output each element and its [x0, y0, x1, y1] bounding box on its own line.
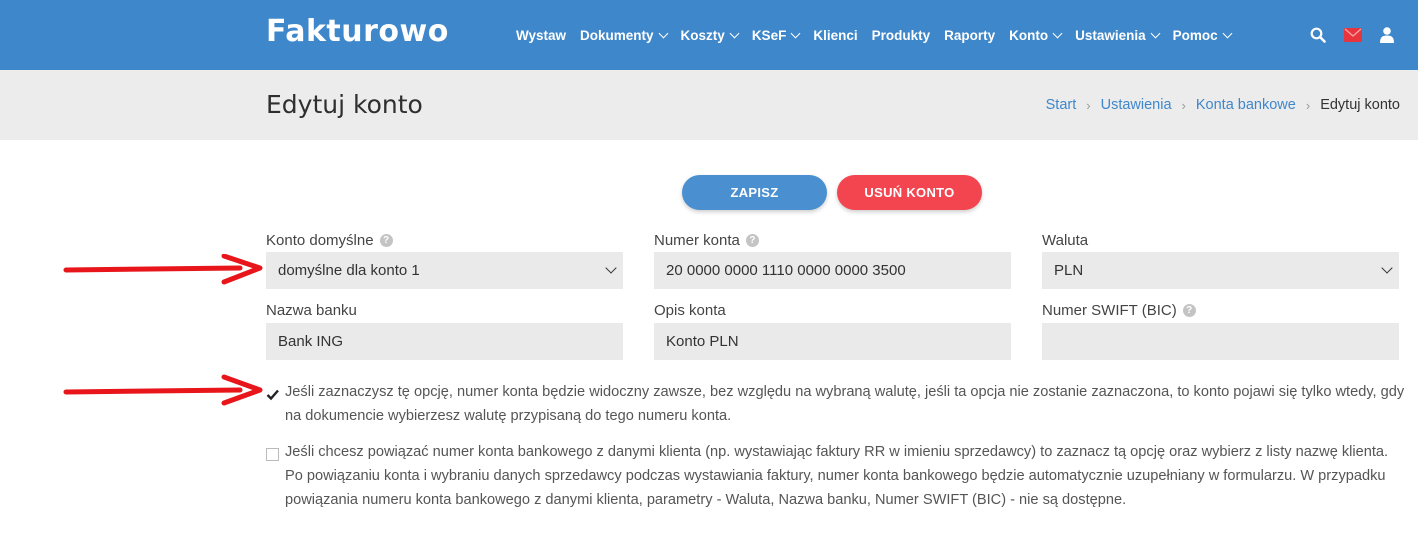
currency-label: Waluta [1042, 232, 1088, 249]
user-icon[interactable] [1380, 27, 1394, 43]
always-visible-option: Jeśli zaznaczysz tę opcję, numer konta b… [266, 380, 1406, 428]
select-value: domyślne dla konto 1 [278, 262, 420, 279]
chevron-right-icon: › [1181, 97, 1186, 113]
nav-konto[interactable]: Konto [1009, 27, 1063, 43]
nav-label: Pomoc [1172, 27, 1218, 43]
account-description-input[interactable]: Konto PLN [654, 323, 1011, 360]
nav-label: Wystaw [516, 27, 567, 43]
help-icon[interactable]: ? [745, 234, 759, 247]
label-text: Numer SWIFT (BIC) [1042, 302, 1177, 319]
nav-label: Raporty [944, 27, 996, 43]
mail-icon[interactable] [1344, 28, 1362, 42]
label-text: Waluta [1042, 232, 1089, 249]
chevron-down-icon [790, 28, 801, 38]
account-number-label: Numer konta ? [654, 232, 759, 249]
swift-label: Numer SWIFT (BIC) ? [1042, 302, 1196, 319]
nav-label: Koszty [680, 27, 725, 43]
chevron-down-icon [658, 28, 668, 38]
nav-label: Klienci [813, 27, 858, 43]
nav-produkty[interactable]: Produkty [872, 28, 931, 43]
chevron-down-icon [1222, 28, 1233, 38]
input-value: 20 0000 0000 1110 0000 0000 3500 [666, 262, 906, 279]
arrow-annotation-icon [63, 254, 263, 285]
nav-label: Dokumenty [580, 27, 654, 43]
help-icon[interactable]: ? [1182, 304, 1196, 317]
nav-pomoc[interactable]: Pomoc [1172, 27, 1233, 43]
search-icon[interactable] [1310, 27, 1326, 43]
nav-wystaw[interactable]: Wystaw [516, 28, 566, 43]
select-value: PLN [1054, 262, 1084, 279]
label-text: Nazwa banku [266, 302, 357, 319]
chevron-down-icon [1052, 28, 1063, 38]
chevron-down-icon [729, 28, 740, 38]
nav-ustawienia[interactable]: Ustawienia [1075, 27, 1161, 43]
nav-icons [1310, 0, 1412, 70]
link-client-checkbox[interactable] [266, 445, 279, 461]
checkmark-icon [266, 389, 279, 401]
chevron-right-icon: › [1305, 97, 1311, 113]
label-text: Opis konta [654, 302, 726, 319]
delete-account-button[interactable]: USUŃ KONTO [837, 175, 982, 210]
bank-name-input[interactable]: Bank ING [266, 323, 623, 360]
checkbox-box [266, 448, 279, 461]
option-text: Jeśli zaznaczysz tę opcję, numer konta b… [285, 384, 1405, 424]
nav-label: KSeF [751, 27, 787, 43]
nav-label: Ustawienia [1075, 27, 1146, 43]
chevron-right-icon: › [1086, 97, 1091, 113]
account-number-input[interactable]: 20 0000 0000 1110 0000 0000 3500 [654, 252, 1011, 289]
chevron-down-icon [1150, 28, 1161, 38]
nav-label: Konto [1009, 27, 1049, 43]
chevron-down-icon [605, 262, 617, 274]
help-icon[interactable]: ? [379, 234, 393, 247]
breadcrumb: Start › Ustawienia › Konta bankowe › Edy… [1046, 97, 1400, 113]
default-account-label: Konto domyślne ? [266, 232, 393, 249]
save-button[interactable]: ZAPISZ [682, 175, 827, 210]
swift-input[interactable] [1042, 323, 1399, 360]
breadcrumb-konta-bankowe[interactable]: Konta bankowe [1196, 97, 1296, 113]
breadcrumb-ustawienia[interactable]: Ustawienia [1101, 97, 1172, 113]
main-nav: Wystaw Dokumenty Koszty KSeF Klienci Pro… [516, 0, 1245, 70]
link-client-option: Jeśli chcesz powiązać numer konta bankow… [266, 440, 1396, 512]
bank-name-label: Nazwa banku [266, 302, 357, 319]
option-text: Jeśli chcesz powiązać numer konta bankow… [285, 444, 1389, 508]
label-text: Konto domyślne [266, 232, 374, 249]
nav-klienci[interactable]: Klienci [813, 28, 857, 43]
currency-select[interactable]: PLN [1042, 252, 1399, 289]
nav-raporty[interactable]: Raporty [944, 28, 995, 43]
page-title: Edytuj konto [266, 90, 423, 119]
always-visible-checkbox[interactable] [266, 385, 279, 401]
breadcrumb-start[interactable]: Start [1046, 97, 1077, 113]
logo[interactable]: Fakturowo [266, 14, 449, 49]
label-text: Numer konta [654, 232, 740, 249]
nav-ksef[interactable]: KSeF [751, 27, 801, 43]
nav-label: Produkty [871, 27, 931, 43]
chevron-down-icon [1381, 262, 1393, 274]
nav-koszty[interactable]: Koszty [680, 27, 740, 43]
arrow-annotation-icon [63, 374, 263, 406]
input-value: Bank ING [278, 333, 344, 350]
account-description-label: Opis konta [654, 302, 726, 319]
page-header: Edytuj konto Start › Ustawienia › Konta … [0, 70, 1418, 140]
top-navbar: Fakturowo Wystaw Dokumenty Koszty KSeF K… [0, 0, 1418, 70]
breadcrumb-current: Edytuj konto [1320, 97, 1400, 113]
default-account-select[interactable]: domyślne dla konto 1 [266, 252, 623, 289]
nav-dokumenty[interactable]: Dokumenty [580, 27, 668, 43]
input-value: Konto PLN [666, 333, 739, 350]
